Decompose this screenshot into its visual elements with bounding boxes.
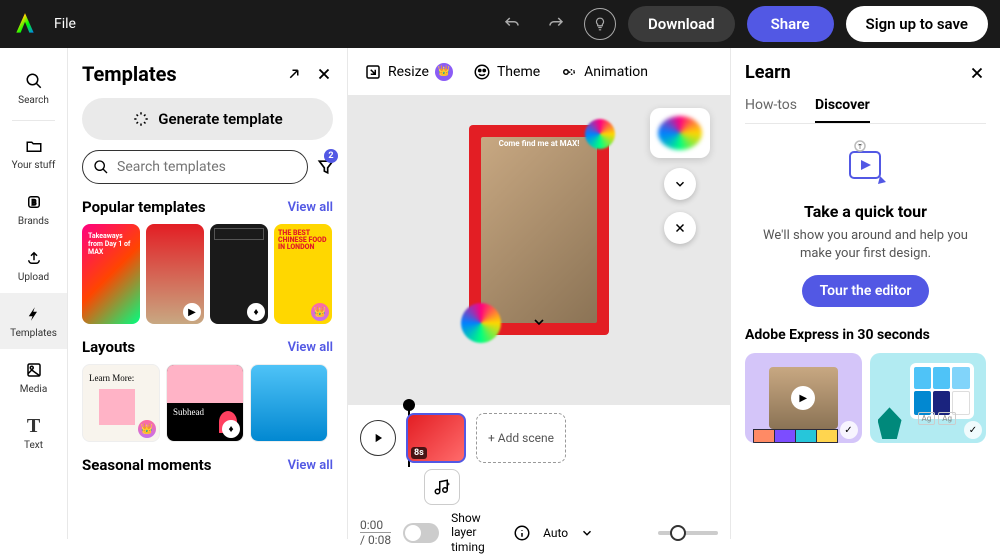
rail-your-stuff[interactable]: Your stuff — [0, 125, 67, 181]
play-icon — [371, 431, 385, 445]
chevron-down-button[interactable] — [664, 168, 696, 200]
expand-icon[interactable] — [285, 65, 303, 83]
template-thumb[interactable]: Takeaways from Day 1 of MAX — [82, 224, 140, 324]
scene-chevron-down[interactable] — [531, 314, 547, 334]
premium-badge-icon: 👑 — [138, 420, 156, 438]
time-display: 0:00/ 0:08 — [360, 518, 391, 547]
view-all-layouts[interactable]: View all — [288, 340, 333, 355]
play-badge-icon: ▶ — [183, 303, 201, 321]
templates-icon — [25, 303, 43, 325]
close-icon — [673, 221, 687, 235]
check-icon: ✓ — [840, 421, 858, 439]
resize-icon — [364, 63, 382, 81]
close-learn-icon[interactable] — [968, 64, 986, 82]
layout-thumb[interactable]: Subhead♦ — [166, 364, 244, 442]
theme-icon — [473, 63, 491, 81]
tour-title: Take a quick tour — [745, 202, 986, 221]
text-icon: T — [27, 415, 40, 437]
zoom-slider[interactable] — [658, 531, 718, 535]
resize-button[interactable]: Resize👑 — [364, 63, 453, 81]
tour-illustration-icon — [836, 140, 896, 190]
rail-text[interactable]: TText — [0, 405, 67, 461]
seasonal-title: Seasonal moments — [82, 456, 211, 474]
theme-button[interactable]: Theme — [473, 63, 540, 81]
adobe-logo — [12, 11, 38, 37]
tour-editor-button[interactable]: Tour the editor — [802, 275, 930, 307]
layouts-title: Layouts — [82, 338, 135, 356]
scene-duration: 8s — [411, 447, 427, 459]
layer-timing-label: Show layer timing — [451, 511, 501, 554]
canvas-toolbar: Resize👑 Theme Animation — [348, 48, 730, 96]
redo-button[interactable] — [540, 8, 572, 40]
sparkle-icon — [132, 110, 150, 128]
premium-badge-icon: ♦ — [222, 420, 240, 438]
template-thumb[interactable]: ▶ — [146, 224, 204, 324]
timeline: 8s + Add scene 0:00/ 0:08 Show layer tim… — [348, 404, 730, 539]
rail-templates[interactable]: Templates — [0, 293, 67, 349]
rail-media[interactable]: Media — [0, 349, 67, 405]
view-all-popular[interactable]: View all — [288, 200, 333, 215]
play-icon: ▶ — [791, 386, 815, 410]
play-button[interactable] — [360, 420, 396, 456]
popular-templates-title: Popular templates — [82, 198, 206, 216]
learn-panel: Learn How-tos Discover Take a quick tour… — [730, 48, 1000, 539]
premium-badge-icon: ♦ — [247, 303, 265, 321]
left-rail: Search Your stuff BBrands Upload Templat… — [0, 48, 68, 539]
view-all-seasonal[interactable]: View all — [288, 458, 333, 473]
layout-thumb[interactable]: Learn More:👑 — [82, 364, 160, 442]
share-button[interactable]: Share — [747, 6, 834, 42]
auto-label: Auto — [543, 526, 568, 540]
lightbulb-icon[interactable] — [584, 8, 616, 40]
check-icon: ✓ — [964, 421, 982, 439]
search-icon — [25, 70, 43, 92]
video-thumb[interactable]: ▶ ✓ — [745, 353, 862, 443]
layer-timing-toggle[interactable] — [403, 523, 439, 543]
signup-button[interactable]: Sign up to save — [846, 6, 988, 42]
tour-description: We'll show you around and help you make … — [745, 227, 986, 263]
video-thumb[interactable]: AgAg ✓ — [870, 353, 987, 443]
chevron-down-icon — [673, 177, 687, 191]
brands-icon: B — [25, 191, 43, 213]
close-panel-icon[interactable] — [315, 65, 333, 83]
chevron-down-icon[interactable] — [580, 526, 594, 540]
add-music-button[interactable] — [424, 469, 460, 505]
filter-button[interactable]: 2 — [316, 151, 336, 183]
search-templates-input[interactable] — [82, 150, 308, 184]
tab-discover[interactable]: Discover — [815, 97, 870, 123]
layout-thumb[interactable] — [250, 364, 328, 442]
rail-search[interactable]: Search — [0, 60, 67, 116]
zoom-knob[interactable] — [670, 525, 686, 541]
filter-badge: 2 — [324, 149, 338, 163]
add-scene-button[interactable]: + Add scene — [476, 413, 566, 463]
canvas-body[interactable]: Come find me at MAX! — [348, 96, 730, 404]
premium-badge-icon: 👑 — [435, 63, 453, 81]
rail-upload[interactable]: Upload — [0, 237, 67, 293]
style-preview[interactable] — [650, 108, 710, 158]
svg-text:B: B — [31, 198, 36, 207]
file-menu[interactable]: File — [54, 16, 76, 32]
animation-button[interactable]: Animation — [560, 63, 648, 81]
upload-icon — [25, 247, 43, 269]
generate-template-button[interactable]: Generate template — [82, 98, 333, 140]
canvas-area: Resize👑 Theme Animation Come find me at … — [348, 48, 730, 539]
video-section-title: Adobe Express in 30 seconds — [745, 327, 986, 343]
template-thumb[interactable]: ♦ — [210, 224, 268, 324]
music-icon — [433, 478, 451, 496]
canvas-frame[interactable]: Come find me at MAX! — [469, 125, 609, 335]
top-bar: File Download Share Sign up to save — [0, 0, 1000, 48]
tab-howtos[interactable]: How-tos — [745, 97, 797, 123]
animation-icon — [560, 63, 578, 81]
scene-thumb[interactable]: 8s — [406, 413, 466, 463]
media-icon — [25, 359, 43, 381]
premium-badge-icon: 👑 — [311, 303, 329, 321]
undo-button[interactable] — [496, 8, 528, 40]
folder-icon — [25, 135, 43, 157]
templates-panel: Templates Generate template 2 Popular te… — [68, 48, 348, 539]
panel-title: Templates — [82, 62, 177, 86]
learn-title: Learn — [745, 62, 791, 83]
download-button[interactable]: Download — [628, 6, 735, 42]
rail-brands[interactable]: BBrands — [0, 181, 67, 237]
close-float-button[interactable] — [664, 212, 696, 244]
template-thumb[interactable]: THE BEST CHINESE FOOD IN LONDON👑 — [274, 224, 332, 324]
